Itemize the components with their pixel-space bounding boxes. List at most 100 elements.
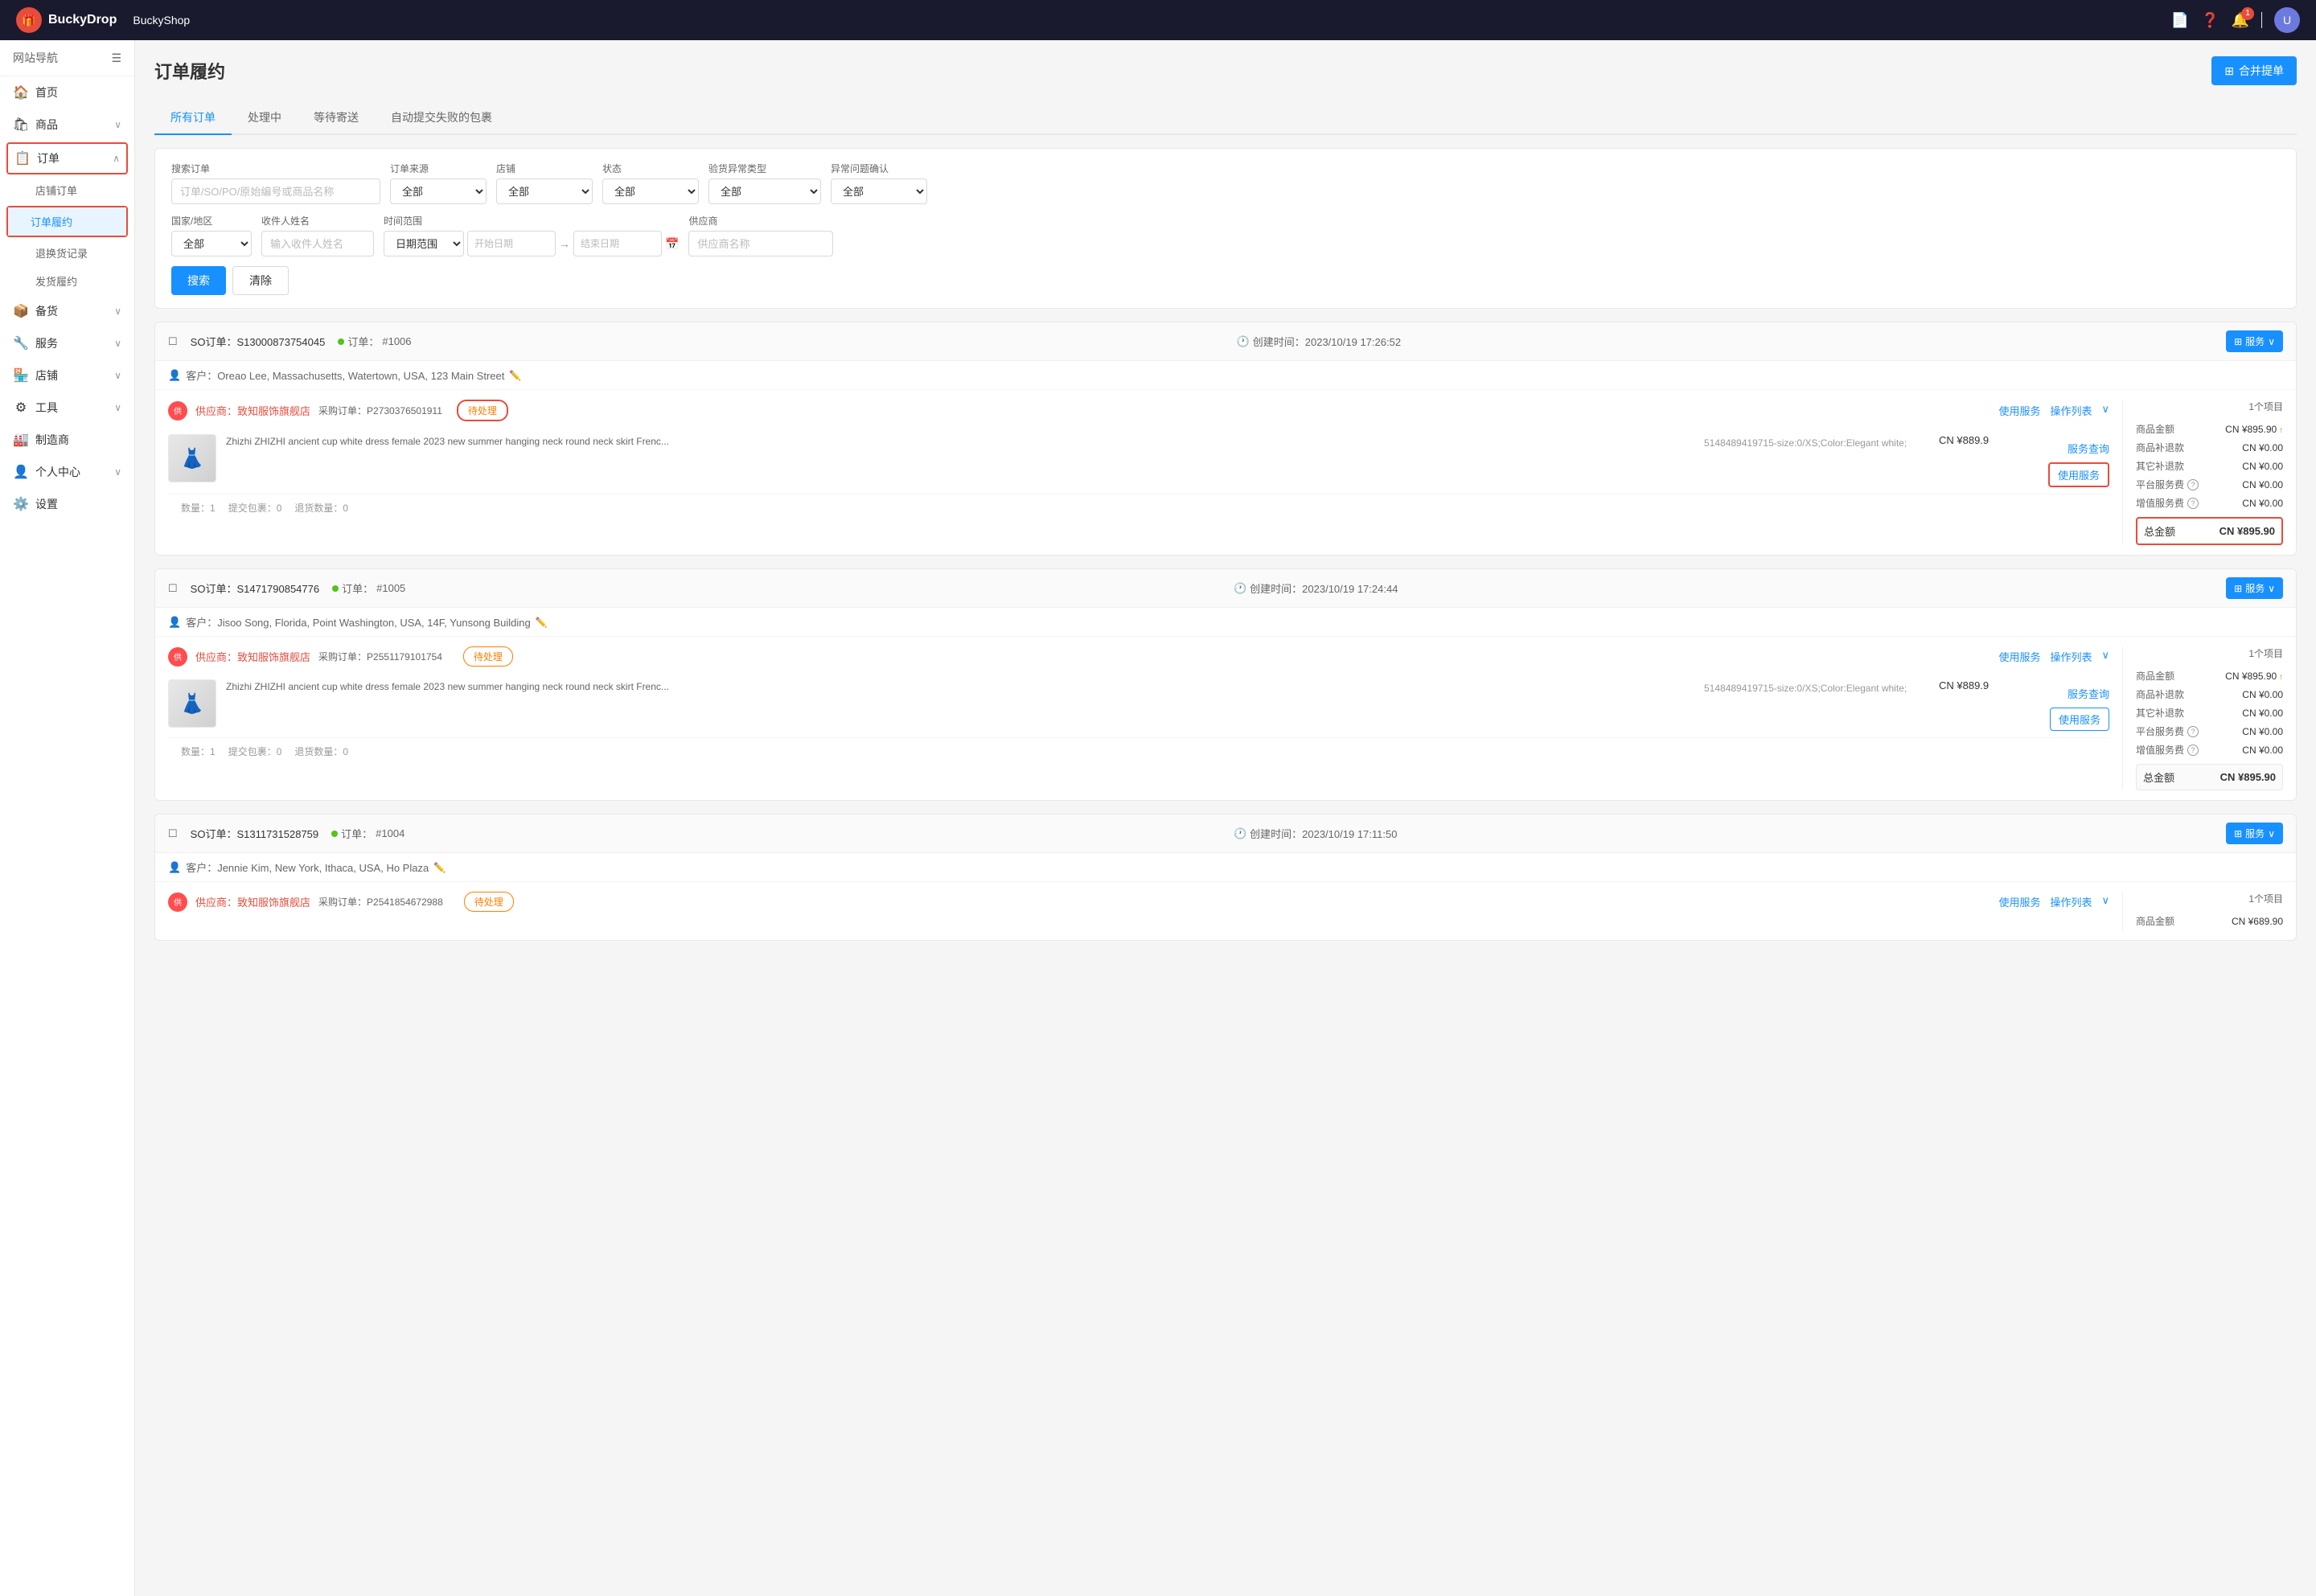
- sidebar-item-order-fulfillment[interactable]: 订单履约: [8, 207, 126, 236]
- doc-icon[interactable]: 📄: [2171, 12, 2189, 29]
- order-header-3: ☐ SO订单：S1311731528759 订单： #1004 🕐 创建时间：2…: [155, 814, 2296, 853]
- date-end-input[interactable]: [573, 231, 662, 256]
- order-num-label-2: 订单：: [342, 581, 373, 596]
- sidebar-item-store-orders[interactable]: 店铺订单: [0, 176, 134, 204]
- status-text-3: 待处理: [474, 896, 503, 908]
- sidebar-item-tools[interactable]: ⚙ 工具 ∨: [0, 392, 134, 424]
- supplier-dot-2: 供: [168, 647, 187, 667]
- merge-label: 合并提单: [2239, 63, 2284, 79]
- sidebar-label-orders: 订单: [37, 150, 106, 166]
- platform-fee-val-2: CN ¥0.00: [2242, 726, 2283, 737]
- sidebar-item-products[interactable]: 🛍 商品 ∨: [0, 109, 134, 141]
- search-source-select[interactable]: 全部: [390, 178, 487, 204]
- sidebar-item-orders[interactable]: 📋 订单 ∧: [8, 144, 126, 173]
- order-so-3: SO订单：S1311731528759: [191, 826, 318, 841]
- use-service-btn-1[interactable]: 使用服务: [2048, 462, 2109, 487]
- sidebar-item-return-records[interactable]: 退换货记录: [0, 239, 134, 267]
- search-inspection-field: 验货异常类型 全部: [708, 162, 821, 204]
- order-num-1: 订单： #1006: [338, 334, 411, 349]
- date-start-input[interactable]: [467, 231, 556, 256]
- tab-all[interactable]: 所有订单: [154, 101, 232, 135]
- service-btn-2[interactable]: ⊞ 服务 ∨: [2226, 577, 2283, 599]
- sidebar-item-profile[interactable]: 👤 个人中心 ∨: [0, 456, 134, 488]
- service-query-link-2[interactable]: 服务查询: [2068, 686, 2109, 701]
- search-button[interactable]: 搜索: [171, 266, 226, 295]
- use-service-link-3[interactable]: 使用服务: [1998, 894, 2040, 909]
- sidebar-item-inventory[interactable]: 📦 备货 ∨: [0, 295, 134, 327]
- inventory-icon: 📦: [13, 303, 29, 319]
- op-arrow-2[interactable]: ∨: [2101, 649, 2109, 664]
- tab-auto-fail[interactable]: 自动提交失败的包裹: [375, 101, 508, 135]
- product-refund-label-1: 商品补退款: [2136, 441, 2184, 454]
- clear-button[interactable]: 清除: [232, 266, 289, 295]
- help-icon[interactable]: ❓: [2201, 12, 2219, 29]
- use-service-btn-2[interactable]: 使用服务: [2050, 708, 2109, 731]
- checkbox-1[interactable]: ☐: [168, 335, 178, 348]
- supplier-dot-1: 供: [168, 401, 187, 421]
- vat-info-icon-2[interactable]: ?: [2187, 745, 2199, 756]
- sidebar-item-manufacturer[interactable]: 🏭 制造商: [0, 424, 134, 456]
- product-info-2: Zhizhi ZHIZHI ancient cup white dress fe…: [226, 679, 1694, 694]
- op-arrow-3[interactable]: ∨: [2101, 894, 2109, 909]
- products-icon: 🛍: [13, 117, 29, 133]
- order-footer-2: 数量：1 提交包裹：0 退货数量：0: [168, 737, 2109, 765]
- operation-list-3[interactable]: 操作列表: [2050, 894, 2092, 909]
- service-btn-1[interactable]: ⊞ 服务 ∨: [2226, 330, 2283, 352]
- manufacturer-icon: 🏭: [13, 432, 29, 448]
- status-text-2: 待处理: [474, 651, 503, 663]
- tab-pending-ship[interactable]: 等待寄送: [298, 101, 375, 135]
- avatar[interactable]: U: [2274, 7, 2300, 33]
- edit-icon-3[interactable]: ✏️: [433, 862, 446, 873]
- search-country-select[interactable]: 全部: [171, 231, 252, 256]
- sidebar-item-store[interactable]: 🏪 店铺 ∨: [0, 359, 134, 392]
- clock-icon-1: 🕐: [1237, 335, 1250, 348]
- service-btn-3[interactable]: ⊞ 服务 ∨: [2226, 823, 2283, 844]
- search-status-select[interactable]: 全部: [602, 178, 699, 204]
- search-so-input[interactable]: [171, 178, 380, 204]
- header: 🎁 BuckyDrop BuckyShop 📄 ❓ 🔔1 U: [0, 0, 2316, 40]
- status-badge-3: 待处理: [464, 892, 514, 912]
- platform-fee-info-icon-1[interactable]: ?: [2187, 479, 2199, 490]
- sidebar-item-home[interactable]: 🏠 首页: [0, 76, 134, 109]
- returned-qty-1: 退货数量：0: [294, 501, 348, 515]
- search-exception-select[interactable]: 全部: [831, 178, 927, 204]
- tab-processing[interactable]: 处理中: [232, 101, 298, 135]
- bell-icon[interactable]: 🔔1: [2232, 12, 2249, 29]
- vat-info-icon-1[interactable]: ?: [2187, 498, 2199, 509]
- product-placeholder-1: 👗: [169, 435, 216, 482]
- sidebar-item-shipping[interactable]: 发货履约: [0, 267, 134, 295]
- sidebar-item-settings[interactable]: ⚙️ 设置: [0, 488, 134, 520]
- date-range-arrow: →: [559, 237, 570, 250]
- operation-list-1[interactable]: 操作列表: [2050, 403, 2092, 418]
- checkbox-2[interactable]: ☐: [168, 582, 178, 595]
- summary-row-platform-1: 平台服务费 ? CN ¥0.00: [2136, 475, 2283, 494]
- op-arrow-1[interactable]: ∨: [2101, 403, 2109, 418]
- operation-list-2[interactable]: 操作列表: [2050, 649, 2092, 664]
- search-inspection-select[interactable]: 全部: [708, 178, 821, 204]
- date-range-select[interactable]: 日期范围: [384, 231, 464, 256]
- edit-icon-1[interactable]: ✏️: [509, 370, 521, 381]
- order-num-val-1: #1006: [382, 335, 411, 347]
- summary-row-other-1: 其它补退款 CN ¥0.00: [2136, 457, 2283, 475]
- user-icon-3: 👤: [168, 861, 181, 874]
- use-service-link-1[interactable]: 使用服务: [1998, 403, 2040, 418]
- main-content: 订单履约 ⊞ 合并提单 所有订单 处理中 等待寄送 自动提交失败的包裹 搜索订单…: [135, 40, 2316, 1596]
- search-receiver-input[interactable]: [261, 231, 374, 256]
- page-title: 订单履约: [154, 58, 225, 84]
- edit-icon-2[interactable]: ✏️: [536, 617, 548, 628]
- use-service-link-2[interactable]: 使用服务: [1998, 649, 2040, 664]
- calendar-icon[interactable]: 📅: [665, 237, 679, 251]
- service-query-link-1[interactable]: 服务查询: [2068, 441, 2109, 456]
- product-refund-val-1: CN ¥0.00: [2242, 442, 2283, 453]
- service-icon-1: ⊞: [2234, 336, 2242, 347]
- search-supplier-input[interactable]: [688, 231, 833, 256]
- platform-fee-info-icon-2[interactable]: ?: [2187, 726, 2199, 737]
- search-store-select[interactable]: 全部: [496, 178, 593, 204]
- checkbox-3[interactable]: ☐: [168, 827, 178, 840]
- merge-button[interactable]: ⊞ 合并提单: [2211, 56, 2297, 85]
- product-name-1: Zhizhi ZHIZHI ancient cup white dress fe…: [226, 434, 1694, 449]
- vat-label-1: 增值服务费 ?: [2136, 496, 2199, 510]
- menu-toggle-icon[interactable]: ☰: [111, 51, 121, 65]
- sidebar-item-service[interactable]: 🔧 服务 ∨: [0, 327, 134, 359]
- summary-row-other-2: 其它补退款 CN ¥0.00: [2136, 704, 2283, 722]
